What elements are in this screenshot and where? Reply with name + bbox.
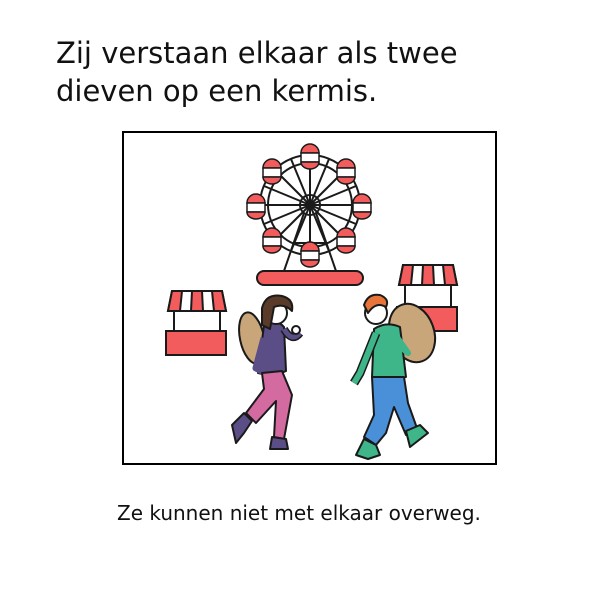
left-market-stall [165, 290, 228, 356]
ferris-wheel-base [256, 270, 364, 286]
fair-illustration [165, 143, 459, 460]
illustration-panel [122, 131, 497, 465]
proverb-title: Zij verstaan elkaar als twee dieven op e… [56, 36, 458, 108]
proverb-meaning-caption: Ze kunnen niet met elkaar overweg. [117, 501, 481, 525]
right-thief [350, 293, 437, 460]
left-thief [231, 294, 304, 450]
